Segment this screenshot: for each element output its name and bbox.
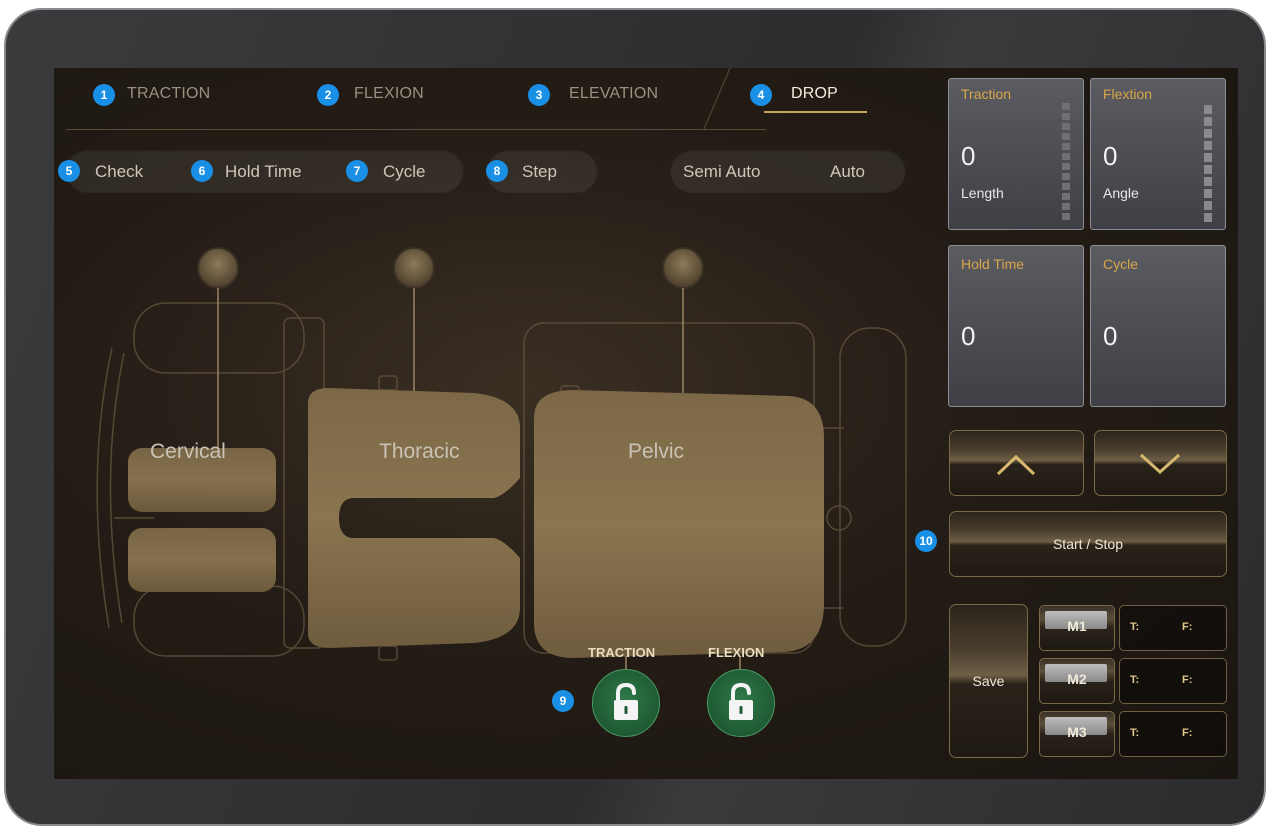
check-badge: 5 <box>58 160 80 182</box>
active-tab-underline <box>764 111 867 113</box>
memory-slot-m3-values: T: F: <box>1119 711 1227 757</box>
memory-slot-m2-values: T: F: <box>1119 658 1227 704</box>
traction-level-meter <box>1062 103 1070 223</box>
hold-time-value: 0 <box>961 321 976 351</box>
memory-traction-label: T: <box>1130 621 1140 633</box>
tab-drop-badge: 4 <box>750 84 772 106</box>
memory-slot-label: M1 <box>1067 618 1087 634</box>
lock-badge: 9 <box>552 690 574 712</box>
tab-traction-badge: 1 <box>93 84 115 106</box>
traction-unit-label: Length <box>961 185 1004 201</box>
traction-lock-label: TRACTION <box>588 645 656 660</box>
tab-bar-divider <box>703 68 731 130</box>
cycle-panel-title: Cycle <box>1103 256 1139 272</box>
semi-auto-button[interactable]: Semi Auto <box>683 162 761 182</box>
tab-elevation[interactable]: ELEVATION <box>569 85 658 103</box>
cycle-readout-panel: Cycle 0 <box>1090 245 1226 407</box>
tab-flexion[interactable]: FLEXION <box>354 85 424 103</box>
memory-traction-label: T: <box>1130 727 1140 739</box>
traction-lock-button[interactable] <box>592 669 660 737</box>
decrease-button[interactable] <box>1094 430 1227 496</box>
pelvic-section-label: Pelvic <box>628 440 685 463</box>
flexion-lock-label: FLEXION <box>708 645 765 660</box>
hold-time-badge: 6 <box>191 160 213 182</box>
memory-flexion-label: F: <box>1182 621 1193 633</box>
memory-slot-label: M3 <box>1067 724 1087 740</box>
flexion-level-meter <box>1204 105 1212 225</box>
flexion-value: 0 <box>1103 141 1118 171</box>
check-button[interactable]: Check <box>95 162 143 182</box>
memory-slot-m2-button[interactable]: M2 <box>1039 658 1115 704</box>
flexion-lock-button[interactable] <box>707 669 775 737</box>
flexion-panel-title: Flextion <box>1103 86 1153 102</box>
tab-flexion-badge: 2 <box>317 84 339 106</box>
auto-button[interactable]: Auto <box>830 162 865 182</box>
increase-button[interactable] <box>949 430 1084 496</box>
start-stop-badge: 10 <box>915 530 937 552</box>
chevron-down-icon <box>1139 453 1181 475</box>
memory-slot-m1-button[interactable]: M1 <box>1039 605 1115 651</box>
save-button[interactable]: Save <box>949 604 1028 758</box>
cycle-button[interactable]: Cycle <box>383 162 426 182</box>
tab-elevation-badge: 3 <box>528 84 550 106</box>
memory-traction-label: T: <box>1130 674 1140 686</box>
start-stop-label: Start / Stop <box>1052 536 1124 552</box>
save-label: Save <box>972 673 1005 689</box>
hold-time-readout-panel: Hold Time 0 <box>948 245 1084 407</box>
memory-slot-label: M2 <box>1067 671 1087 687</box>
traction-readout-panel: Traction 0 Length <box>948 78 1084 230</box>
unlock-icon <box>729 682 753 720</box>
memory-slot-m3-button[interactable]: M3 <box>1039 711 1115 757</box>
tab-traction[interactable]: TRACTION <box>127 85 210 103</box>
hold-time-panel-title: Hold Time <box>961 256 1025 272</box>
memory-flexion-label: F: <box>1182 674 1193 686</box>
cervical-section-label: Cervical <box>150 440 226 463</box>
cycle-badge: 7 <box>346 160 368 182</box>
step-badge: 8 <box>486 160 508 182</box>
thoracic-section-label: Thoracic <box>379 440 460 463</box>
flexion-unit-label: Angle <box>1103 185 1139 201</box>
cycle-value: 0 <box>1103 321 1118 351</box>
chevron-up-icon <box>996 454 1036 476</box>
start-stop-button[interactable]: Start / Stop <box>949 511 1227 577</box>
app-screen: 1 TRACTION 2 FLEXION 3 ELEVATION 4 DROP … <box>54 68 1238 779</box>
unlock-icon <box>614 682 638 720</box>
memory-slot-m1-values: T: F: <box>1119 605 1227 651</box>
flexion-readout-panel: Flextion 0 Angle <box>1090 78 1226 230</box>
memory-flexion-label: F: <box>1182 727 1193 739</box>
tab-drop[interactable]: DROP <box>791 85 838 103</box>
traction-value: 0 <box>961 141 976 171</box>
step-button[interactable]: Step <box>522 162 557 182</box>
traction-panel-title: Traction <box>961 86 1012 102</box>
hold-time-button[interactable]: Hold Time <box>225 162 302 182</box>
